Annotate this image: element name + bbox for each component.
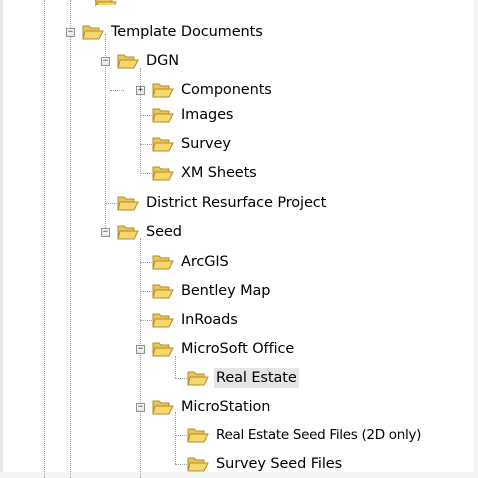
open-folder-icon (117, 52, 139, 70)
open-folder-icon (152, 311, 174, 329)
open-folder-icon (117, 223, 139, 241)
tree-node-label: Components (181, 82, 272, 98)
expand-toggle-components[interactable]: + (136, 86, 145, 95)
tree-node-label: Seed (146, 224, 182, 240)
tree-node-district-resurface-project[interactable]: District Resurface Project (117, 190, 328, 216)
collapse-toggle-template-documents[interactable]: − (66, 28, 75, 37)
tree-node-microsoft-office[interactable]: MicroSoft Office (152, 336, 296, 362)
tree-node-survey[interactable]: Survey (152, 131, 233, 157)
tree-node-xm-sheets[interactable]: XM Sheets (152, 160, 259, 186)
minus-box-icon: − (102, 56, 109, 66)
tree-guide-line (70, 0, 71, 478)
tree-node-arcgis[interactable]: ArcGIS (152, 249, 231, 275)
tree-node-inroads[interactable]: InRoads (152, 307, 240, 333)
tree-node-label: District Resurface Project (146, 195, 327, 211)
collapse-toggle-dgn[interactable]: − (101, 57, 110, 66)
open-folder-icon (187, 426, 209, 444)
tree-node-label: XM Sheets (181, 165, 257, 181)
minus-box-icon: − (102, 227, 109, 237)
open-folder-icon (152, 282, 174, 300)
open-folder-icon (152, 81, 174, 99)
tree-node-label: Survey (181, 136, 231, 152)
minus-box-icon: − (67, 27, 74, 37)
tree-node-real-estate-seed-files[interactable]: Real Estate Seed Files (2D only) (187, 422, 423, 448)
tree-node-bentley-map[interactable]: Bentley Map (152, 278, 272, 304)
open-folder-icon (152, 253, 174, 271)
tree-node-label: Survey Seed Files (216, 456, 343, 472)
open-folder-icon (152, 398, 174, 416)
tree-node-dgn[interactable]: DGN (117, 48, 181, 74)
tree-node-template-documents[interactable]: Template Documents (82, 19, 265, 45)
collapse-toggle-seed[interactable]: − (101, 228, 110, 237)
tree-connector (110, 90, 124, 91)
open-folder-icon (152, 340, 174, 358)
tree-node-survey-seed-files[interactable]: Survey Seed Files (187, 451, 344, 477)
folder-tree[interactable]: − − + − − − Template Documents DGN Compo… (0, 0, 478, 478)
open-folder-icon (117, 194, 139, 212)
tree-node-label: Bentley Map (181, 283, 271, 299)
tree-node-label: MicroSoft Office (181, 341, 295, 357)
open-folder-icon (187, 455, 209, 473)
open-folder-icon (152, 164, 174, 182)
open-folder-icon (187, 369, 209, 387)
tree-node-label: DGN (146, 53, 179, 69)
minus-box-icon: − (137, 402, 144, 412)
plus-box-icon: + (137, 85, 144, 95)
tree-node-label: ArcGIS (181, 254, 229, 270)
tree-node-components[interactable]: Components (152, 77, 274, 103)
tree-node-label: Real Estate Seed Files (2D only) (216, 427, 422, 443)
tree-node-real-estate[interactable]: Real Estate (187, 365, 299, 391)
tree-right-border (474, 0, 478, 478)
tree-guide-line (44, 0, 45, 478)
tree-node-label: InRoads (181, 312, 238, 328)
open-folder-icon (152, 106, 174, 124)
minus-box-icon: − (137, 344, 144, 354)
tree-node-label: Real Estate (214, 368, 299, 388)
tree-node-label: Images (181, 107, 234, 123)
tree-node-seed[interactable]: Seed (117, 219, 184, 245)
collapse-toggle-microstation[interactable]: − (136, 403, 145, 412)
tree-left-border (0, 0, 3, 478)
open-folder-icon (95, 0, 117, 5)
tree-node-images[interactable]: Images (152, 102, 235, 128)
collapse-toggle-microsoft-office[interactable]: − (136, 345, 145, 354)
tree-node-label: MicroStation (181, 399, 271, 415)
tree-guide-line (140, 238, 141, 478)
open-folder-icon (82, 23, 104, 41)
tree-node-microstation[interactable]: MicroStation (152, 394, 272, 420)
tree-node-label: Template Documents (111, 24, 263, 40)
open-folder-icon (152, 135, 174, 153)
